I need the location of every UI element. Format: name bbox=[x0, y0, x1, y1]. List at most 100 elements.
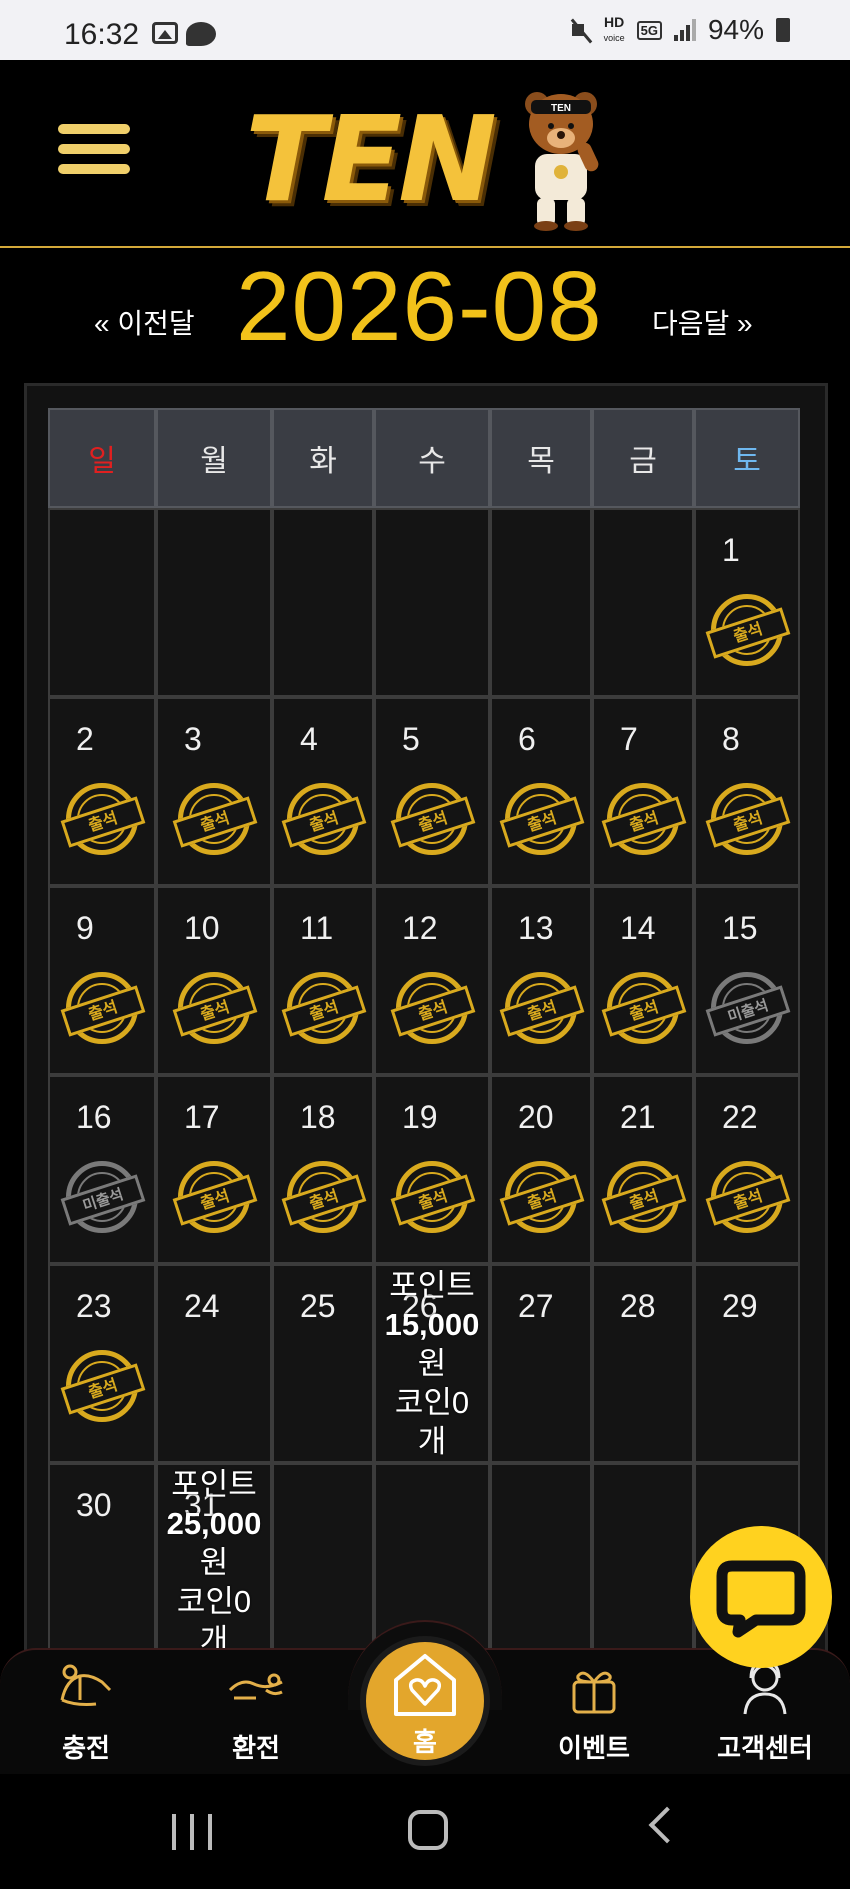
month-title: 2026-08 bbox=[236, 251, 603, 361]
reward-line: 원 bbox=[199, 1545, 229, 1580]
mute-icon bbox=[570, 18, 592, 42]
calendar-day-cell: 4 출석 bbox=[272, 697, 374, 886]
stamp-label: 출석 bbox=[499, 1174, 585, 1226]
calendar-day-cell: 7 출석 bbox=[592, 697, 694, 886]
stamp-label: 출석 bbox=[281, 796, 367, 848]
next-month-link[interactable]: 다음달 » bbox=[652, 302, 753, 342]
weekday-header-4: 목 bbox=[490, 408, 592, 508]
attended-stamp-icon: 출석 bbox=[390, 972, 476, 1044]
stamp-label: 출석 bbox=[601, 796, 687, 848]
day-number: 5 bbox=[402, 721, 420, 757]
nav-withdraw[interactable]: 환전 bbox=[196, 1660, 316, 1765]
calendar-day-cell: 18 출석 bbox=[272, 1075, 374, 1264]
stamp-label: 출석 bbox=[172, 1174, 258, 1226]
calendar-day-cell: 5 출석 bbox=[374, 697, 490, 886]
week-row: 9 출석 10 출석 11 출석 12 출석 13 출석 14 출석 15 미출석 bbox=[48, 886, 800, 1075]
reward-info: 포인트 15,000 원 코인0 개 bbox=[366, 1266, 498, 1461]
calendar-day-cell: 22 출석 bbox=[694, 1075, 800, 1264]
system-home-icon[interactable] bbox=[408, 1810, 448, 1850]
calendar-day-cell: 17 출석 bbox=[156, 1075, 272, 1264]
day-number: 15 bbox=[722, 910, 758, 946]
stamp-label: 출석 bbox=[281, 985, 367, 1037]
stamp-label: 출석 bbox=[60, 1363, 146, 1415]
stamp-label: 출석 bbox=[705, 796, 791, 848]
day-number: 22 bbox=[722, 1099, 758, 1135]
calendar-day-cell bbox=[156, 508, 272, 697]
system-back-icon[interactable] bbox=[648, 1806, 686, 1844]
nav-support-label: 고객센터 bbox=[717, 1734, 813, 1764]
stamp-label: 출석 bbox=[705, 607, 791, 659]
hand-coin-icon bbox=[60, 1664, 112, 1706]
attended-stamp-icon: 출석 bbox=[390, 783, 476, 855]
reward-line: 15,000 bbox=[384, 1307, 480, 1342]
calendar-day-cell: 29 bbox=[694, 1264, 800, 1463]
recent-apps-icon[interactable] bbox=[172, 1814, 212, 1850]
attended-stamp-icon: 출석 bbox=[281, 783, 367, 855]
calendar-day-cell bbox=[48, 508, 156, 697]
reward-line: 포인트 bbox=[389, 1268, 475, 1303]
weekday-header-6: 토 bbox=[694, 408, 800, 508]
stamp-label: 출석 bbox=[60, 796, 146, 848]
attended-stamp-icon: 출석 bbox=[705, 594, 791, 666]
stamp-label: 출석 bbox=[60, 985, 146, 1037]
weekday-header-5: 금 bbox=[592, 408, 694, 508]
calendar-day-cell: 1 출석 bbox=[694, 508, 800, 697]
battery-percent: 94% bbox=[707, 14, 764, 45]
day-number: 19 bbox=[402, 1099, 438, 1135]
nav-support[interactable]: 고객센터 bbox=[705, 1660, 825, 1765]
day-number: 28 bbox=[620, 1288, 656, 1324]
chat-support-button[interactable] bbox=[690, 1526, 832, 1668]
week-row: 23 출석 24 25 26 포인트 15,000 원 코인0 개 27 28 29 bbox=[48, 1264, 800, 1463]
calendar-day-cell: 13 출석 bbox=[490, 886, 592, 1075]
day-number: 18 bbox=[300, 1099, 336, 1135]
calendar-day-cell bbox=[592, 508, 694, 697]
reward-line: 포인트 bbox=[171, 1467, 257, 1502]
stamp-label: 출석 bbox=[281, 1174, 367, 1226]
calendar-day-cell: 12 출석 bbox=[374, 886, 490, 1075]
week-row: 1 출석 bbox=[48, 508, 800, 697]
day-number: 14 bbox=[620, 910, 656, 946]
day-number: 6 bbox=[518, 721, 536, 757]
nav-deposit[interactable]: 충전 bbox=[26, 1660, 146, 1765]
site-logo[interactable]: TEN TEN bbox=[245, 82, 605, 232]
reward-line: 코인0 bbox=[394, 1385, 470, 1420]
nav-home-label: 홈 bbox=[413, 1728, 437, 1758]
system-navigation-bar bbox=[0, 1774, 850, 1889]
day-number: 11 bbox=[300, 910, 334, 946]
bear-mascot-icon: TEN bbox=[525, 92, 599, 231]
status-bar: 16:32 HD voice 5G 94% bbox=[0, 0, 850, 60]
stamp-label: 출석 bbox=[172, 985, 258, 1037]
attended-stamp-icon: 출석 bbox=[60, 1350, 146, 1422]
week-row: 2 출석 3 출석 4 출석 5 출석 6 출석 7 출석 8 출석 bbox=[48, 697, 800, 886]
prev-month-link[interactable]: « 이전달 bbox=[94, 302, 195, 342]
stamp-label: 출석 bbox=[390, 1174, 476, 1226]
hd-voice-icon: HD voice bbox=[604, 15, 625, 45]
network-5g-icon: 5G bbox=[636, 20, 662, 40]
reward-line: 25,000 bbox=[166, 1506, 262, 1541]
reward-info: 포인트 25,000 원 코인0 개 bbox=[148, 1465, 280, 1660]
calendar-day-cell: 19 출석 bbox=[374, 1075, 490, 1264]
nav-event[interactable]: 이벤트 bbox=[534, 1660, 654, 1765]
nav-event-label: 이벤트 bbox=[558, 1734, 630, 1764]
day-number: 2 bbox=[76, 721, 94, 757]
attended-stamp-icon: 출석 bbox=[60, 783, 146, 855]
stamp-label: 출석 bbox=[705, 1174, 791, 1226]
week-row: 16 미출석 17 출석 18 출석 19 출석 20 출석 21 출석 22 출석 bbox=[48, 1075, 800, 1264]
calendar-day-cell: 26 포인트 15,000 원 코인0 개 bbox=[374, 1264, 490, 1463]
menu-icon[interactable] bbox=[58, 124, 130, 188]
calendar-day-cell: 16 미출석 bbox=[48, 1075, 156, 1264]
day-number: 24 bbox=[184, 1288, 220, 1324]
attended-stamp-icon: 출석 bbox=[281, 1161, 367, 1233]
attended-stamp-icon: 출석 bbox=[601, 972, 687, 1044]
attended-stamp-icon: 출석 bbox=[390, 1161, 476, 1233]
stamp-label: 출석 bbox=[390, 796, 476, 848]
exchange-icon bbox=[228, 1673, 283, 1700]
attended-stamp-icon: 출석 bbox=[172, 972, 258, 1044]
voice-label: voice bbox=[603, 33, 625, 43]
stamp-label: 출석 bbox=[390, 985, 476, 1037]
nav-home-button[interactable]: 홈 bbox=[360, 1636, 490, 1766]
calendar-day-cell: 3 출석 bbox=[156, 697, 272, 886]
battery-icon bbox=[776, 18, 790, 42]
day-number: 25 bbox=[300, 1288, 336, 1324]
attended-stamp-icon: 출석 bbox=[499, 1161, 585, 1233]
